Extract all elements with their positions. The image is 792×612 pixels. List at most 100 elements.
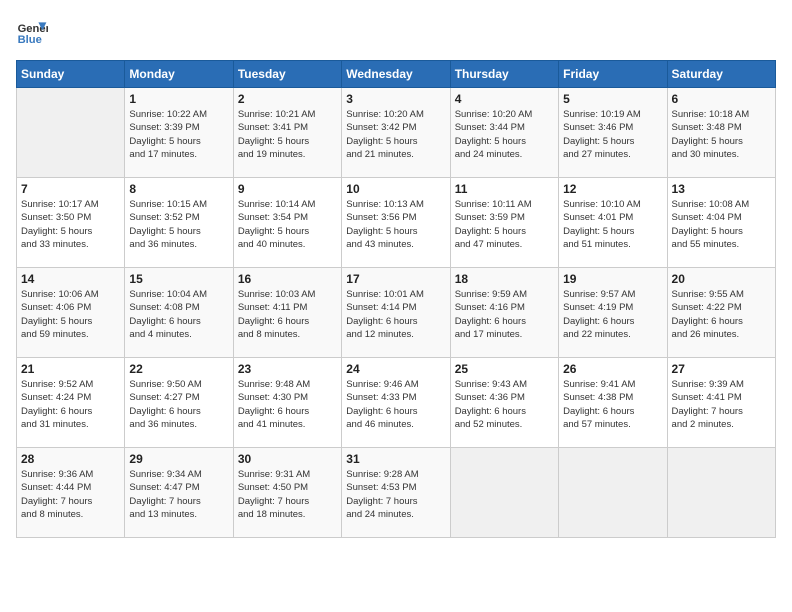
calendar-cell: 29 Sunrise: 9:34 AM Sunset: 4:47 PM Dayli…	[125, 448, 233, 538]
day-number: 4	[455, 92, 554, 106]
day-number: 17	[346, 272, 445, 286]
logo: General Blue	[16, 16, 48, 48]
weekday-header-thursday: Thursday	[450, 61, 558, 88]
calendar-cell: 13 Sunrise: 10:08 AM Sunset: 4:04 PM Dayl…	[667, 178, 775, 268]
calendar-cell: 6 Sunrise: 10:18 AM Sunset: 3:48 PM Dayli…	[667, 88, 775, 178]
calendar-cell: 23 Sunrise: 9:48 AM Sunset: 4:30 PM Dayli…	[233, 358, 341, 448]
day-info: Sunrise: 9:55 AM Sunset: 4:22 PM Dayligh…	[672, 288, 771, 341]
day-info: Sunrise: 10:06 AM Sunset: 4:06 PM Daylig…	[21, 288, 120, 341]
day-number: 14	[21, 272, 120, 286]
calendar-cell: 19 Sunrise: 9:57 AM Sunset: 4:19 PM Dayli…	[559, 268, 667, 358]
day-info: Sunrise: 10:10 AM Sunset: 4:01 PM Daylig…	[563, 198, 662, 251]
calendar-cell: 11 Sunrise: 10:11 AM Sunset: 3:59 PM Dayl…	[450, 178, 558, 268]
logo-icon: General Blue	[16, 16, 48, 48]
day-info: Sunrise: 9:57 AM Sunset: 4:19 PM Dayligh…	[563, 288, 662, 341]
calendar-cell: 2Sunrise: 10:21 AM Sunset: 3:41 PM Dayli…	[233, 88, 341, 178]
day-info: Sunrise: 10:20 AM Sunset: 3:42 PM Daylig…	[346, 108, 445, 161]
day-info: Sunrise: 9:43 AM Sunset: 4:36 PM Dayligh…	[455, 378, 554, 431]
day-number: 24	[346, 362, 445, 376]
day-number: 15	[129, 272, 228, 286]
calendar-week-5: 28 Sunrise: 9:36 AM Sunset: 4:44 PM Dayli…	[17, 448, 776, 538]
day-info: Sunrise: 9:28 AM Sunset: 4:53 PM Dayligh…	[346, 468, 445, 521]
day-info: Sunrise: 10:08 AM Sunset: 4:04 PM Daylig…	[672, 198, 771, 251]
day-info: Sunrise: 10:19 AM Sunset: 3:46 PM Daylig…	[563, 108, 662, 161]
calendar-week-1: 1Sunrise: 10:22 AM Sunset: 3:39 PM Dayli…	[17, 88, 776, 178]
day-number: 12	[563, 182, 662, 196]
weekday-header-tuesday: Tuesday	[233, 61, 341, 88]
calendar-table: SundayMondayTuesdayWednesdayThursdayFrid…	[16, 60, 776, 538]
calendar-cell: 28 Sunrise: 9:36 AM Sunset: 4:44 PM Dayli…	[17, 448, 125, 538]
day-number: 5	[563, 92, 662, 106]
day-info: Sunrise: 10:18 AM Sunset: 3:48 PM Daylig…	[672, 108, 771, 161]
day-info: Sunrise: 9:46 AM Sunset: 4:33 PM Dayligh…	[346, 378, 445, 431]
day-number: 10	[346, 182, 445, 196]
calendar-cell	[450, 448, 558, 538]
calendar-cell: 25Sunrise: 9:43 AM Sunset: 4:36 PM Dayli…	[450, 358, 558, 448]
calendar-cell: 1Sunrise: 10:22 AM Sunset: 3:39 PM Dayli…	[125, 88, 233, 178]
day-info: Sunrise: 9:34 AM Sunset: 4:47 PM Dayligh…	[129, 468, 228, 521]
calendar-cell: 3Sunrise: 10:20 AM Sunset: 3:42 PM Dayli…	[342, 88, 450, 178]
day-number: 29	[129, 452, 228, 466]
svg-text:Blue: Blue	[18, 34, 42, 46]
calendar-cell: 20 Sunrise: 9:55 AM Sunset: 4:22 PM Dayli…	[667, 268, 775, 358]
day-info: Sunrise: 9:59 AM Sunset: 4:16 PM Dayligh…	[455, 288, 554, 341]
weekday-header-wednesday: Wednesday	[342, 61, 450, 88]
day-number: 16	[238, 272, 337, 286]
calendar-cell: 18 Sunrise: 9:59 AM Sunset: 4:16 PM Dayli…	[450, 268, 558, 358]
day-number: 22	[129, 362, 228, 376]
day-number: 9	[238, 182, 337, 196]
calendar-cell: 30 Sunrise: 9:31 AM Sunset: 4:50 PM Dayli…	[233, 448, 341, 538]
calendar-cell: 24 Sunrise: 9:46 AM Sunset: 4:33 PM Dayli…	[342, 358, 450, 448]
day-number: 11	[455, 182, 554, 196]
calendar-body: 1Sunrise: 10:22 AM Sunset: 3:39 PM Dayli…	[17, 88, 776, 538]
calendar-cell: 26 Sunrise: 9:41 AM Sunset: 4:38 PM Dayli…	[559, 358, 667, 448]
day-number: 27	[672, 362, 771, 376]
calendar-week-3: 14 Sunrise: 10:06 AM Sunset: 4:06 PM Dayl…	[17, 268, 776, 358]
day-info: Sunrise: 9:39 AM Sunset: 4:41 PM Dayligh…	[672, 378, 771, 431]
calendar-cell: 17 Sunrise: 10:01 AM Sunset: 4:14 PM Dayl…	[342, 268, 450, 358]
day-number: 30	[238, 452, 337, 466]
day-number: 8	[129, 182, 228, 196]
calendar-cell	[17, 88, 125, 178]
day-info: Sunrise: 10:22 AM Sunset: 3:39 PM Daylig…	[129, 108, 228, 161]
day-info: Sunrise: 9:31 AM Sunset: 4:50 PM Dayligh…	[238, 468, 337, 521]
day-info: Sunrise: 10:11 AM Sunset: 3:59 PM Daylig…	[455, 198, 554, 251]
calendar-cell: 21Sunrise: 9:52 AM Sunset: 4:24 PM Dayli…	[17, 358, 125, 448]
weekday-header-saturday: Saturday	[667, 61, 775, 88]
calendar-cell: 27 Sunrise: 9:39 AM Sunset: 4:41 PM Dayli…	[667, 358, 775, 448]
day-number: 18	[455, 272, 554, 286]
day-number: 13	[672, 182, 771, 196]
day-info: Sunrise: 9:41 AM Sunset: 4:38 PM Dayligh…	[563, 378, 662, 431]
day-number: 7	[21, 182, 120, 196]
calendar-cell: 15 Sunrise: 10:04 AM Sunset: 4:08 PM Dayl…	[125, 268, 233, 358]
day-number: 31	[346, 452, 445, 466]
day-info: Sunrise: 10:15 AM Sunset: 3:52 PM Daylig…	[129, 198, 228, 251]
day-info: Sunrise: 10:01 AM Sunset: 4:14 PM Daylig…	[346, 288, 445, 341]
day-number: 2	[238, 92, 337, 106]
page-header: General Blue	[16, 16, 776, 48]
weekday-header-friday: Friday	[559, 61, 667, 88]
day-info: Sunrise: 9:50 AM Sunset: 4:27 PM Dayligh…	[129, 378, 228, 431]
day-info: Sunrise: 10:04 AM Sunset: 4:08 PM Daylig…	[129, 288, 228, 341]
day-number: 21	[21, 362, 120, 376]
calendar-week-2: 7 Sunrise: 10:17 AM Sunset: 3:50 PM Dayli…	[17, 178, 776, 268]
calendar-cell: 8 Sunrise: 10:15 AM Sunset: 3:52 PM Dayli…	[125, 178, 233, 268]
calendar-cell: 16 Sunrise: 10:03 AM Sunset: 4:11 PM Dayl…	[233, 268, 341, 358]
day-info: Sunrise: 10:20 AM Sunset: 3:44 PM Daylig…	[455, 108, 554, 161]
calendar-cell: 4 Sunrise: 10:20 AM Sunset: 3:44 PM Dayli…	[450, 88, 558, 178]
day-number: 26	[563, 362, 662, 376]
calendar-week-4: 21Sunrise: 9:52 AM Sunset: 4:24 PM Dayli…	[17, 358, 776, 448]
day-number: 19	[563, 272, 662, 286]
day-number: 6	[672, 92, 771, 106]
day-number: 20	[672, 272, 771, 286]
day-info: Sunrise: 10:03 AM Sunset: 4:11 PM Daylig…	[238, 288, 337, 341]
weekday-header-monday: Monday	[125, 61, 233, 88]
day-info: Sunrise: 9:48 AM Sunset: 4:30 PM Dayligh…	[238, 378, 337, 431]
calendar-cell: 10Sunrise: 10:13 AM Sunset: 3:56 PM Dayl…	[342, 178, 450, 268]
calendar-header: SundayMondayTuesdayWednesdayThursdayFrid…	[17, 61, 776, 88]
day-number: 28	[21, 452, 120, 466]
day-info: Sunrise: 10:17 AM Sunset: 3:50 PM Daylig…	[21, 198, 120, 251]
calendar-cell: 9Sunrise: 10:14 AM Sunset: 3:54 PM Dayli…	[233, 178, 341, 268]
day-number: 23	[238, 362, 337, 376]
day-info: Sunrise: 9:36 AM Sunset: 4:44 PM Dayligh…	[21, 468, 120, 521]
